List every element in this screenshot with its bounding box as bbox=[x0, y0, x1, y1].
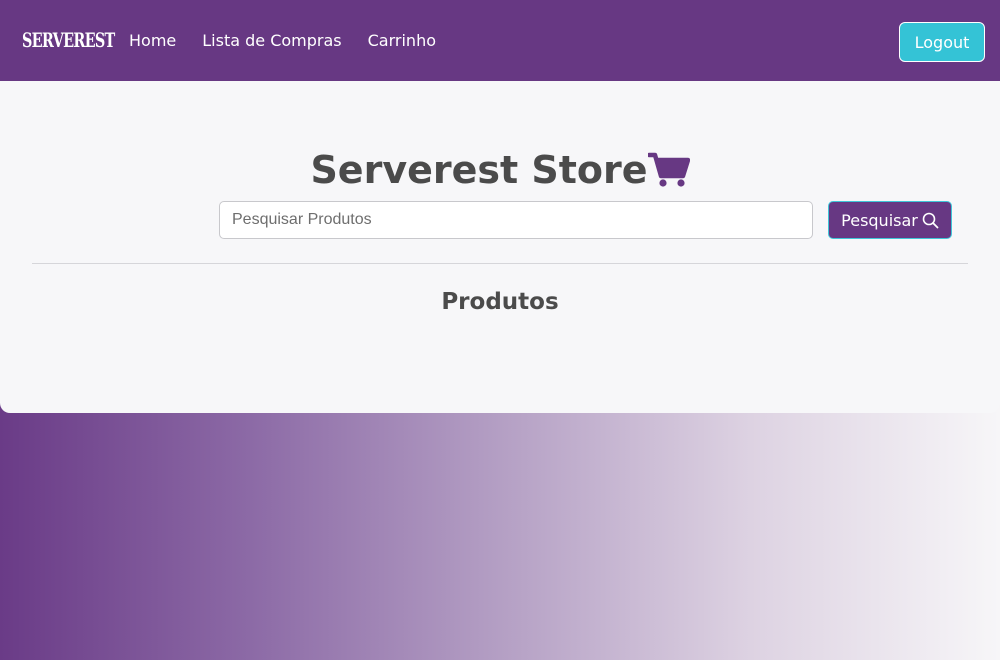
search-icon bbox=[922, 212, 939, 228]
store-title-row: Serverest Store bbox=[0, 147, 1000, 193]
main-card: Serverest Store Pesquisar Produtos bbox=[0, 81, 1000, 413]
logout-button[interactable]: Logout bbox=[899, 22, 985, 62]
search-button[interactable]: Pesquisar bbox=[828, 201, 952, 239]
serverest-logo[interactable]: Serverest bbox=[22, 26, 115, 54]
shopping-cart-icon bbox=[647, 152, 690, 187]
nav-link-carrinho[interactable]: Carrinho bbox=[368, 31, 436, 51]
store-title: Serverest Store bbox=[310, 148, 648, 192]
search-button-label: Pesquisar bbox=[841, 210, 918, 230]
nav-link-lista-de-compras[interactable]: Lista de Compras bbox=[202, 31, 341, 51]
section-divider bbox=[32, 263, 968, 264]
products-heading: Produtos bbox=[441, 289, 559, 315]
nav-links: Home Lista de Compras Carrinho bbox=[129, 0, 462, 81]
search-input[interactable] bbox=[219, 201, 813, 239]
top-navbar: Serverest Home Lista de Compras Carrinho… bbox=[0, 0, 1000, 81]
nav-link-home[interactable]: Home bbox=[129, 31, 176, 51]
